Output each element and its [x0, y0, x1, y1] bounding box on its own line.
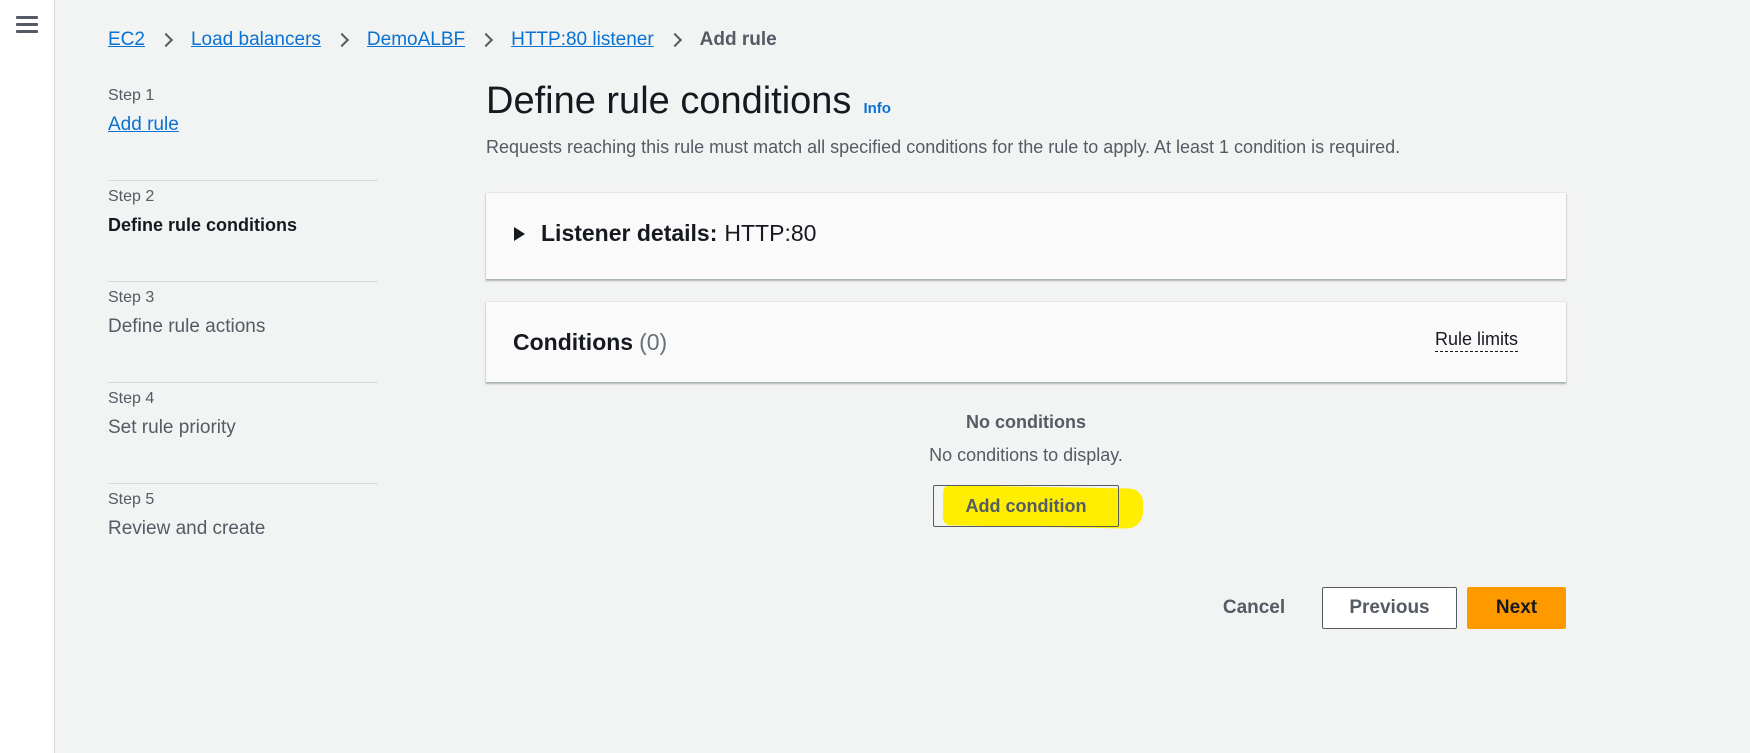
chevron-right-icon: [158, 32, 174, 48]
chevron-right-icon: [334, 32, 349, 48]
hamburger-menu-icon[interactable]: [16, 16, 38, 34]
info-link[interactable]: Info: [863, 100, 891, 117]
step-title: Review and create: [108, 518, 266, 539]
side-navigation-rail: [0, 0, 55, 753]
main-content: Define rule conditions Info Requests rea…: [486, 80, 1566, 629]
step-title-current: Define rule conditions: [108, 215, 298, 235]
wizard-step-1: Step 1 Add rule: [108, 80, 378, 181]
conditions-count: (0): [639, 329, 668, 355]
add-condition-button[interactable]: Add condition: [933, 485, 1119, 527]
previous-button[interactable]: Previous: [1322, 587, 1457, 629]
rule-limits-link[interactable]: Rule limits: [1434, 327, 1518, 352]
breadcrumb-demoalbf[interactable]: DemoALBF: [367, 29, 465, 51]
wizard-steps: Step 1 Add rule Step 2 Define rule condi…: [108, 80, 378, 585]
listener-details-value: HTTP:80: [724, 220, 817, 246]
wizard-step-4: Step 4 Set rule priority: [108, 383, 378, 484]
step-number: Step 5: [108, 491, 155, 508]
conditions-title: Conditions: [513, 329, 634, 355]
step-number: Step 1: [108, 87, 155, 104]
listener-details-toggle[interactable]: Listener details: HTTP:80: [514, 220, 816, 247]
listener-details-panel: Listener details: HTTP:80: [486, 193, 1566, 280]
page-title: Define rule conditions Info: [486, 80, 1566, 123]
cancel-button[interactable]: Cancel: [1206, 587, 1302, 629]
step-title: Define rule actions: [108, 316, 266, 337]
step-number: Step 2: [108, 188, 155, 205]
breadcrumb-load-balancers[interactable]: Load balancers: [191, 29, 321, 51]
wizard-actions: Cancel Previous Next: [486, 587, 1566, 629]
caret-right-icon: [514, 226, 525, 241]
conditions-header: Conditions (0): [513, 329, 667, 356]
wizard-step-2: Step 2 Define rule conditions: [108, 181, 378, 282]
empty-state-title: No conditions: [966, 412, 1086, 432]
wizard-step-3: Step 3 Define rule actions: [108, 282, 378, 383]
add-condition-wrapper: Add condition: [933, 485, 1144, 529]
step-link-add-rule[interactable]: Add rule: [108, 114, 378, 136]
chevron-right-icon: [667, 32, 682, 48]
step-number: Step 3: [108, 289, 155, 306]
next-button[interactable]: Next: [1467, 587, 1566, 629]
listener-details-label: Listener details:: [541, 220, 718, 246]
step-title: Set rule priority: [108, 417, 236, 438]
breadcrumb: EC2 Load balancers DemoALBF HTTP:80 list…: [108, 27, 777, 53]
step-number: Step 4: [108, 390, 155, 407]
empty-state-description: No conditions to display.: [929, 445, 1123, 465]
chevron-right-icon: [479, 32, 494, 48]
wizard-step-5: Step 5 Review and create: [108, 484, 378, 585]
page-description: Requests reaching this rule must match a…: [486, 137, 1401, 157]
conditions-empty-state: No conditions No conditions to display. …: [486, 412, 1566, 529]
page-title-text: Define rule conditions: [486, 80, 852, 122]
conditions-panel: Conditions (0) Rule limits: [486, 302, 1566, 383]
breadcrumb-http-listener[interactable]: HTTP:80 listener: [511, 29, 654, 51]
breadcrumb-current: Add rule: [699, 29, 777, 50]
breadcrumb-ec2[interactable]: EC2: [108, 29, 145, 51]
